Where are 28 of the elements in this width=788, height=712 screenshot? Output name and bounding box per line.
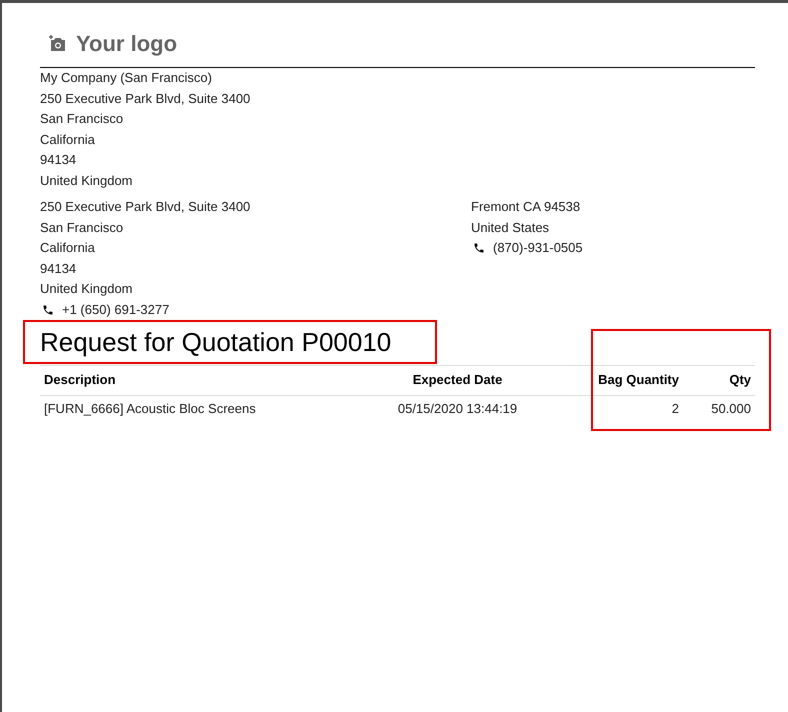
phone-number: (870)-931-0505 — [493, 239, 583, 257]
table-cell-text: [FURN_6666] Acoustic Bloc Screens — [43, 400, 257, 418]
table-cell-text: 05/15/2020 13:44:19 — [396, 400, 518, 418]
address-line: California — [40, 239, 96, 257]
address-line: San Francisco — [40, 218, 124, 236]
logo-text: Your logo — [76, 31, 178, 57]
company-address-line: 94134 — [40, 151, 78, 169]
address-line: Fremont CA 94538 — [471, 198, 582, 216]
column-header: Description — [43, 371, 117, 389]
column-header: Qty — [728, 371, 752, 389]
address-line: United Kingdom — [40, 280, 134, 298]
camera-icon — [48, 35, 68, 53]
company-address-line: My Company (San Francisco) — [40, 69, 213, 87]
phone-number: +1 (650) 691-3277 — [62, 300, 170, 319]
address-line: 250 Executive Park Blvd, Suite 3400 — [40, 198, 252, 216]
company-address-line: San Francisco — [40, 110, 124, 128]
address-line: 94134 — [40, 260, 78, 278]
company-address-line: California — [40, 130, 96, 148]
table-cell-text: 50.000 — [710, 400, 752, 418]
column-header: Bag Quantity — [597, 371, 680, 389]
document-title: Request for Quotation P00010 — [40, 327, 392, 357]
company-address-line: 250 Executive Park Blvd, Suite 3400 — [40, 90, 252, 108]
table-cell-text: 2 — [670, 400, 680, 418]
column-header: Expected Date — [412, 371, 504, 389]
phone-icon — [473, 242, 485, 254]
address-line: United States — [471, 218, 550, 236]
company-address-line: United Kingdom — [40, 172, 134, 190]
phone-icon — [42, 304, 54, 316]
